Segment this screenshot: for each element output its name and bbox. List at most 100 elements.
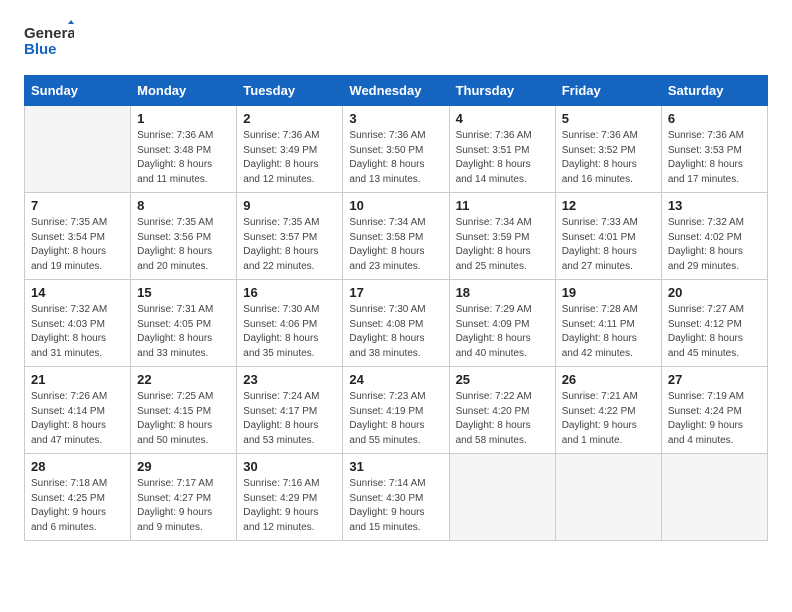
day-info: Sunrise: 7:16 AMSunset: 4:29 PMDaylight:… <box>243 477 336 535</box>
day-info: Sunrise: 7:22 AMSunset: 4:20 PMDaylight:… <box>456 390 549 448</box>
day-info: Sunrise: 7:35 AMSunset: 3:54 PMDaylight:… <box>31 216 124 274</box>
calendar-cell: 15 Sunrise: 7:31 AMSunset: 4:05 PMDayligh… <box>131 280 237 367</box>
day-number: 16 <box>243 285 336 300</box>
day-number: 20 <box>668 285 761 300</box>
calendar-cell: 26 Sunrise: 7:21 AMSunset: 4:22 PMDayligh… <box>555 367 661 454</box>
day-info: Sunrise: 7:27 AMSunset: 4:12 PMDaylight:… <box>668 303 761 361</box>
calendar-cell: 31 Sunrise: 7:14 AMSunset: 4:30 PMDayligh… <box>343 454 449 541</box>
day-number: 9 <box>243 198 336 213</box>
calendar-cell: 18 Sunrise: 7:29 AMSunset: 4:09 PMDayligh… <box>449 280 555 367</box>
calendar-cell: 16 Sunrise: 7:30 AMSunset: 4:06 PMDayligh… <box>237 280 343 367</box>
logo: General Blue <box>24 20 74 65</box>
day-number: 3 <box>349 111 442 126</box>
calendar-week-row: 28Sunrise: 7:18 AMSunset: 4:25 PMDayligh… <box>25 454 768 541</box>
calendar-week-row: 14Sunrise: 7:32 AMSunset: 4:03 PMDayligh… <box>25 280 768 367</box>
day-number: 1 <box>137 111 230 126</box>
calendar-week-row: 21 Sunrise: 7:26 AMSunset: 4:14 PMDayligh… <box>25 367 768 454</box>
calendar-cell: 30 Sunrise: 7:16 AMSunset: 4:29 PMDayligh… <box>237 454 343 541</box>
day-info: Sunrise: 7:19 AMSunset: 4:24 PMDaylight:… <box>668 390 761 448</box>
svg-text:General: General <box>24 25 74 42</box>
day-info: Sunrise: 7:29 AMSunset: 4:09 PMDaylight:… <box>456 303 549 361</box>
weekday-header: Monday <box>131 76 237 106</box>
day-info: Sunrise: 7:32 AMSunset: 4:02 PMDaylight:… <box>668 216 761 274</box>
day-info: Sunrise: 7:14 AMSunset: 4:30 PMDaylight:… <box>349 477 442 535</box>
weekday-header: Wednesday <box>343 76 449 106</box>
calendar-week-row: 1Sunrise: 7:36 AMSunset: 3:48 PMDaylight… <box>25 106 768 193</box>
calendar-cell <box>449 454 555 541</box>
day-number: 11 <box>456 198 549 213</box>
weekday-header-row: SundayMondayTuesdayWednesdayThursdayFrid… <box>25 76 768 106</box>
day-number: 27 <box>668 372 761 387</box>
day-number: 7 <box>31 198 124 213</box>
calendar-cell: 22 Sunrise: 7:25 AMSunset: 4:15 PMDayligh… <box>131 367 237 454</box>
calendar-cell <box>25 106 131 193</box>
day-number: 4 <box>456 111 549 126</box>
day-info: Sunrise: 7:34 AMSunset: 3:59 PMDaylight:… <box>456 216 549 274</box>
calendar-cell: 27 Sunrise: 7:19 AMSunset: 4:24 PMDayligh… <box>661 367 767 454</box>
calendar-cell: 20 Sunrise: 7:27 AMSunset: 4:12 PMDayligh… <box>661 280 767 367</box>
day-info: Sunrise: 7:24 AMSunset: 4:17 PMDaylight:… <box>243 390 336 448</box>
calendar-cell: 4Sunrise: 7:36 AMSunset: 3:51 PMDaylight… <box>449 106 555 193</box>
day-info: Sunrise: 7:36 AMSunset: 3:52 PMDaylight:… <box>562 129 655 187</box>
calendar-cell: 9Sunrise: 7:35 AMSunset: 3:57 PMDaylight… <box>237 193 343 280</box>
day-info: Sunrise: 7:31 AMSunset: 4:05 PMDaylight:… <box>137 303 230 361</box>
calendar-cell: 1Sunrise: 7:36 AMSunset: 3:48 PMDaylight… <box>131 106 237 193</box>
day-number: 29 <box>137 459 230 474</box>
day-number: 6 <box>668 111 761 126</box>
day-number: 25 <box>456 372 549 387</box>
day-number: 22 <box>137 372 230 387</box>
calendar-cell: 7 Sunrise: 7:35 AMSunset: 3:54 PMDaylight… <box>25 193 131 280</box>
calendar-cell <box>661 454 767 541</box>
day-number: 31 <box>349 459 442 474</box>
weekday-header: Friday <box>555 76 661 106</box>
calendar-cell: 6 Sunrise: 7:36 AMSunset: 3:53 PMDaylight… <box>661 106 767 193</box>
calendar-cell: 25 Sunrise: 7:22 AMSunset: 4:20 PMDayligh… <box>449 367 555 454</box>
day-info: Sunrise: 7:26 AMSunset: 4:14 PMDaylight:… <box>31 390 124 448</box>
day-number: 24 <box>349 372 442 387</box>
calendar-cell: 14Sunrise: 7:32 AMSunset: 4:03 PMDayligh… <box>25 280 131 367</box>
calendar-header: General Blue <box>24 20 768 65</box>
weekday-header: Saturday <box>661 76 767 106</box>
day-number: 30 <box>243 459 336 474</box>
svg-text:Blue: Blue <box>24 41 57 58</box>
calendar-cell: 3 Sunrise: 7:36 AMSunset: 3:50 PMDaylight… <box>343 106 449 193</box>
day-number: 26 <box>562 372 655 387</box>
calendar-cell: 5 Sunrise: 7:36 AMSunset: 3:52 PMDaylight… <box>555 106 661 193</box>
weekday-header: Tuesday <box>237 76 343 106</box>
day-info: Sunrise: 7:36 AMSunset: 3:49 PMDaylight:… <box>243 129 336 187</box>
day-number: 10 <box>349 198 442 213</box>
weekday-header: Thursday <box>449 76 555 106</box>
day-info: Sunrise: 7:36 AMSunset: 3:53 PMDaylight:… <box>668 129 761 187</box>
day-number: 28 <box>31 459 124 474</box>
day-number: 19 <box>562 285 655 300</box>
calendar-table: SundayMondayTuesdayWednesdayThursdayFrid… <box>24 75 768 541</box>
day-number: 18 <box>456 285 549 300</box>
calendar-cell: 17Sunrise: 7:30 AMSunset: 4:08 PMDayligh… <box>343 280 449 367</box>
calendar-cell: 8Sunrise: 7:35 AMSunset: 3:56 PMDaylight… <box>131 193 237 280</box>
day-number: 13 <box>668 198 761 213</box>
day-info: Sunrise: 7:32 AMSunset: 4:03 PMDaylight:… <box>31 303 124 361</box>
logo-svg: General Blue <box>24 20 74 65</box>
day-info: Sunrise: 7:21 AMSunset: 4:22 PMDaylight:… <box>562 390 655 448</box>
calendar-cell: 19 Sunrise: 7:28 AMSunset: 4:11 PMDayligh… <box>555 280 661 367</box>
day-number: 17 <box>349 285 442 300</box>
day-number: 2 <box>243 111 336 126</box>
calendar-cell: 2 Sunrise: 7:36 AMSunset: 3:49 PMDaylight… <box>237 106 343 193</box>
calendar-cell: 21 Sunrise: 7:26 AMSunset: 4:14 PMDayligh… <box>25 367 131 454</box>
day-info: Sunrise: 7:30 AMSunset: 4:06 PMDaylight:… <box>243 303 336 361</box>
day-info: Sunrise: 7:17 AMSunset: 4:27 PMDaylight:… <box>137 477 230 535</box>
day-number: 15 <box>137 285 230 300</box>
calendar-cell: 29 Sunrise: 7:17 AMSunset: 4:27 PMDayligh… <box>131 454 237 541</box>
calendar-cell: 11 Sunrise: 7:34 AMSunset: 3:59 PMDayligh… <box>449 193 555 280</box>
calendar-cell: 10Sunrise: 7:34 AMSunset: 3:58 PMDayligh… <box>343 193 449 280</box>
day-number: 23 <box>243 372 336 387</box>
calendar-cell: 13 Sunrise: 7:32 AMSunset: 4:02 PMDayligh… <box>661 193 767 280</box>
day-info: Sunrise: 7:25 AMSunset: 4:15 PMDaylight:… <box>137 390 230 448</box>
day-number: 5 <box>562 111 655 126</box>
calendar-cell: 24Sunrise: 7:23 AMSunset: 4:19 PMDayligh… <box>343 367 449 454</box>
day-info: Sunrise: 7:28 AMSunset: 4:11 PMDaylight:… <box>562 303 655 361</box>
day-info: Sunrise: 7:36 AMSunset: 3:50 PMDaylight:… <box>349 129 442 187</box>
day-number: 21 <box>31 372 124 387</box>
day-info: Sunrise: 7:33 AMSunset: 4:01 PMDaylight:… <box>562 216 655 274</box>
calendar-cell: 23 Sunrise: 7:24 AMSunset: 4:17 PMDayligh… <box>237 367 343 454</box>
